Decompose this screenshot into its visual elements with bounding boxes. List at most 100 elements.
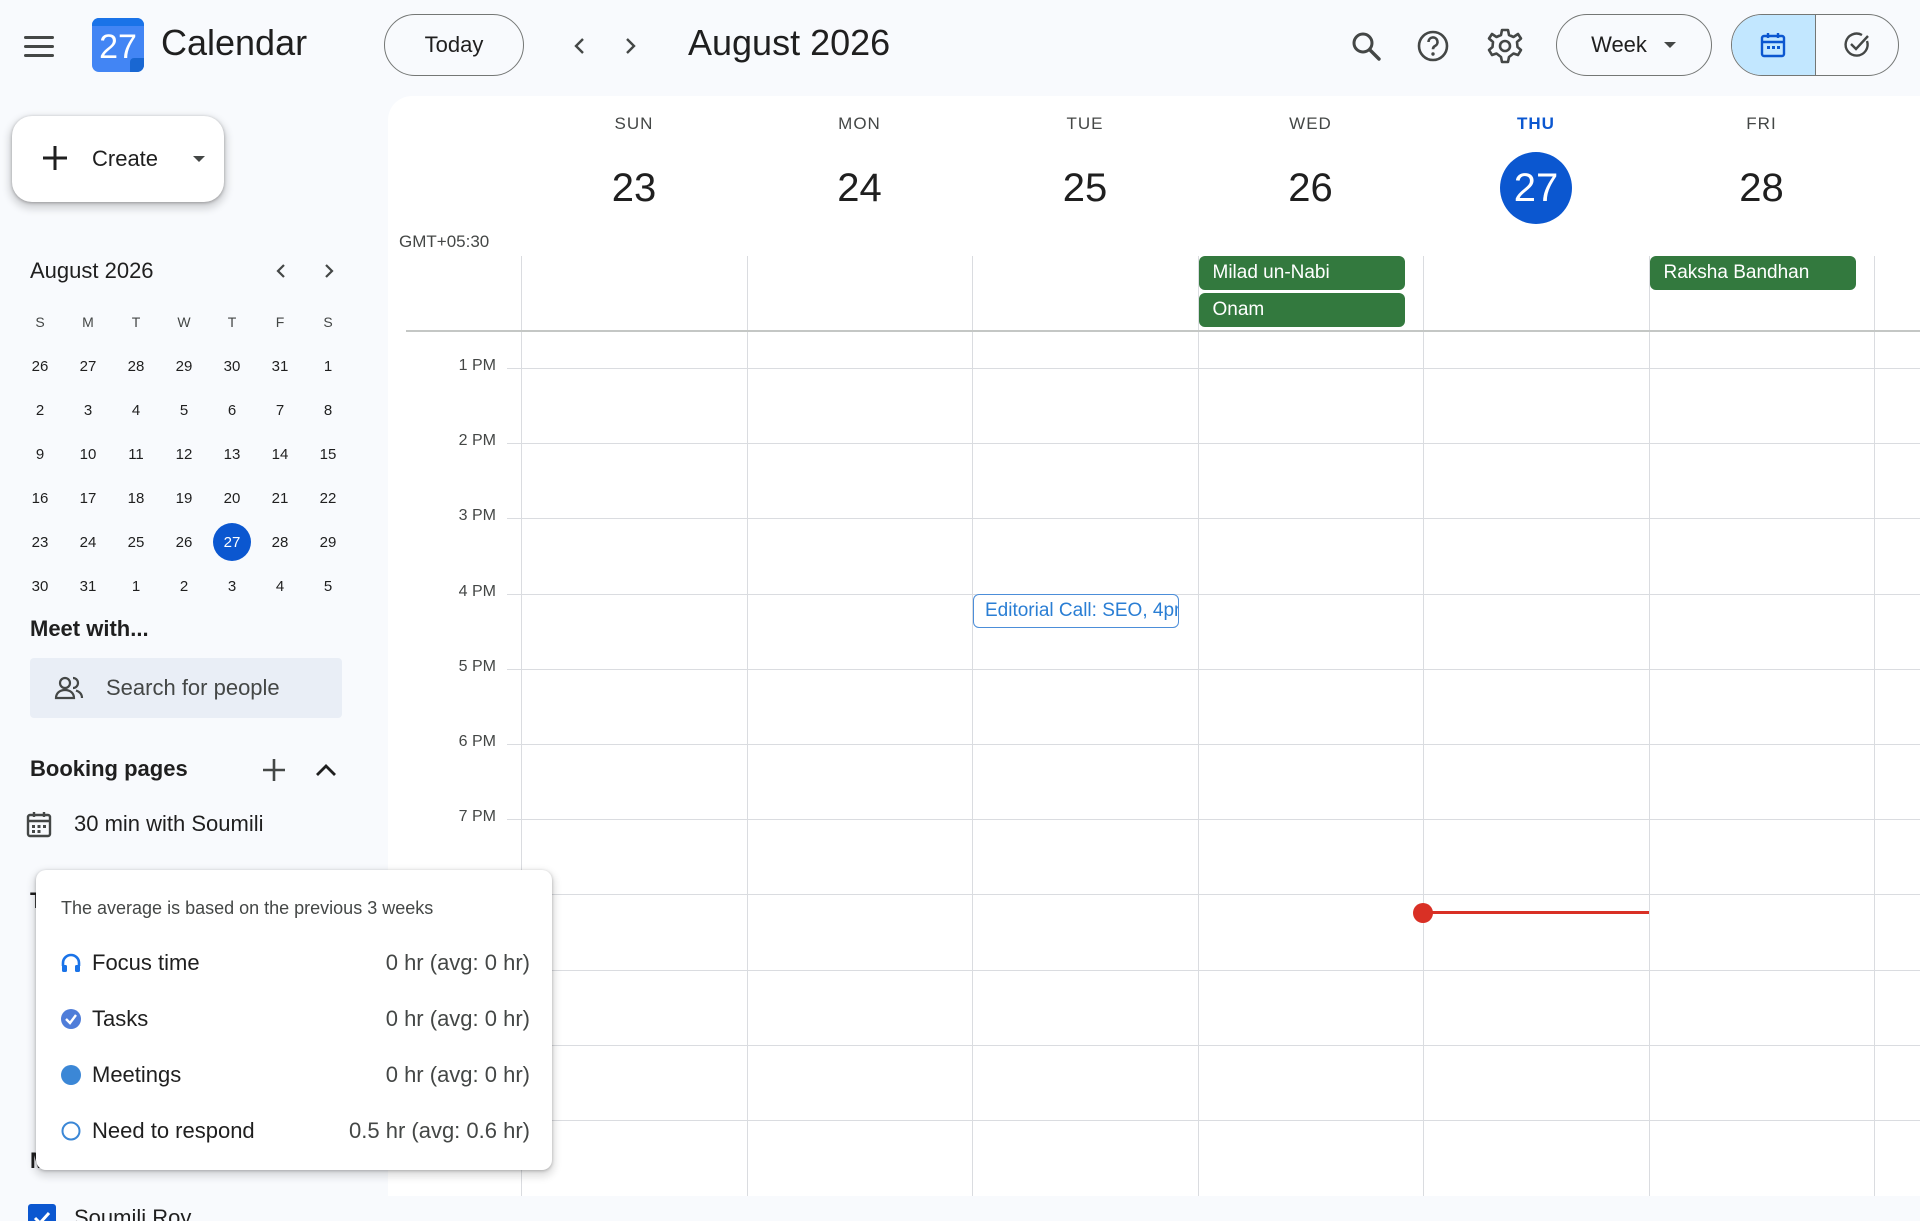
mini-calendar-day-number: 2 xyxy=(35,401,45,419)
mini-calendar-day[interactable]: 29 xyxy=(160,344,208,388)
mini-calendar-week-row: 23 24 25 26 27 28 29 xyxy=(16,520,352,564)
mini-calendar-day[interactable]: 30 xyxy=(208,344,256,388)
current-period-title: August 2026 xyxy=(688,22,891,63)
mini-calendar-day[interactable]: 29 xyxy=(304,520,352,564)
mini-calendar-day[interactable]: 12 xyxy=(160,432,208,476)
mini-calendar-day[interactable]: 23 xyxy=(16,520,64,564)
mini-calendar-day[interactable]: 4 xyxy=(256,564,304,608)
timezone-label: GMT+05:30 xyxy=(399,232,490,251)
mini-calendar-day[interactable]: 9 xyxy=(16,432,64,476)
caret-down-icon xyxy=(1663,42,1676,48)
mini-calendar-day-number: 11 xyxy=(128,445,144,463)
today-button[interactable]: Today xyxy=(384,14,524,76)
hour-label: 7 PM xyxy=(458,808,496,826)
mini-calendar-day-number: 13 xyxy=(223,445,241,463)
mini-calendar-next-icon[interactable] xyxy=(314,256,344,286)
time-insights-label: Focus time xyxy=(92,950,200,975)
hour-label: 6 PM xyxy=(458,733,496,750)
time-insights-row[interactable]: Need to respond 0.5 hr (avg: 0.6 hr) xyxy=(60,1116,530,1146)
tasks-view-toggle[interactable] xyxy=(1814,15,1899,75)
mini-calendar-day[interactable]: 20 xyxy=(208,476,256,520)
mini-calendar-day[interactable]: 1 xyxy=(304,344,352,388)
calendar-view-toggle[interactable] xyxy=(1732,15,1815,75)
mini-calendar-day[interactable]: 19 xyxy=(160,476,208,520)
mini-calendar-day[interactable]: 6 xyxy=(208,388,256,432)
mini-calendar-day[interactable]: 30 xyxy=(16,564,64,608)
mini-calendar-day[interactable]: 8 xyxy=(304,388,352,432)
hour-gridline xyxy=(507,819,1920,821)
mini-calendar-day-number: 26 xyxy=(31,357,49,375)
date-number[interactable]: 24 xyxy=(824,152,896,224)
date-number[interactable]: 28 xyxy=(1726,152,1798,224)
time-insights-row[interactable]: Tasks 0 hr (avg: 0 hr) xyxy=(60,1004,530,1034)
mini-calendar-day[interactable]: 3 xyxy=(64,388,112,432)
time-insights-label: Tasks xyxy=(92,1006,149,1031)
mini-calendar-day[interactable]: 22 xyxy=(304,476,352,520)
calendar-checkbox[interactable] xyxy=(28,1204,56,1221)
meet-with-title: Meet with... xyxy=(30,616,149,641)
view-selector-button[interactable]: Week xyxy=(1556,14,1712,76)
mini-calendar-day[interactable]: 26 xyxy=(16,344,64,388)
mini-calendar-prev-icon[interactable] xyxy=(266,256,296,286)
mini-calendar-day[interactable]: 5 xyxy=(160,388,208,432)
mini-calendar-day[interactable]: 5 xyxy=(304,564,352,608)
hour-label: 1 PM xyxy=(458,357,496,374)
today-date-number[interactable]: 27 xyxy=(1500,152,1572,224)
mini-calendar-day[interactable]: 13 xyxy=(208,432,256,476)
mini-calendar-day[interactable]: 25 xyxy=(112,520,160,564)
mini-calendar-day[interactable]: 26 xyxy=(160,520,208,564)
date-number[interactable]: 26 xyxy=(1275,152,1347,224)
mini-calendar-day-number: 30 xyxy=(223,357,241,375)
create-button[interactable]: Create xyxy=(12,116,224,202)
mini-calendar-day[interactable]: 27 xyxy=(208,520,256,564)
all-day-event[interactable]: Milad un-Nabi xyxy=(1198,256,1405,290)
mini-calendar-day[interactable]: 27 xyxy=(64,344,112,388)
weekday-head: T xyxy=(131,314,141,330)
mini-calendar-day[interactable]: 1 xyxy=(112,564,160,608)
collapse-chevron-up-icon[interactable] xyxy=(308,752,344,788)
mini-calendar-day[interactable]: 2 xyxy=(160,564,208,608)
booking-page-item[interactable]: 30 min with Soumili xyxy=(26,810,264,838)
date-number[interactable]: 25 xyxy=(1049,152,1121,224)
mini-calendar-day[interactable]: 24 xyxy=(64,520,112,564)
mini-calendar-day[interactable]: 11 xyxy=(112,432,160,476)
time-insights-value: 0 hr (avg: 0 hr) xyxy=(385,1006,530,1031)
help-icon[interactable] xyxy=(1411,24,1455,68)
mini-calendar-day[interactable]: 4 xyxy=(112,388,160,432)
mini-calendar-day-number: 16 xyxy=(31,489,49,507)
mini-calendar-day[interactable]: 28 xyxy=(256,520,304,564)
weekday-head: T xyxy=(227,314,237,330)
add-booking-page-icon[interactable] xyxy=(256,752,292,788)
mini-calendar-day-number: 23 xyxy=(31,533,49,551)
my-calendar-item[interactable]: Soumili Roy xyxy=(28,1204,191,1221)
main-menu-icon[interactable] xyxy=(24,28,60,64)
calendar-event[interactable]: Editorial Call: SEO, 4pm xyxy=(973,593,1179,628)
time-insights-row[interactable]: Meetings 0 hr (avg: 0 hr) xyxy=(60,1060,530,1090)
all-day-event[interactable]: Raksha Bandhan xyxy=(1649,256,1856,290)
calendar-logo-icon[interactable]: 27 xyxy=(92,18,144,72)
mini-calendar-day[interactable]: 18 xyxy=(112,476,160,520)
mini-calendar-day[interactable]: 2 xyxy=(16,388,64,432)
mini-calendar-day[interactable]: 16 xyxy=(16,476,64,520)
mini-calendar-day[interactable]: 15 xyxy=(304,432,352,476)
settings-gear-icon[interactable] xyxy=(1483,24,1527,68)
mini-calendar-day[interactable]: 28 xyxy=(112,344,160,388)
time-insights-note: The average is based on the previous 3 w… xyxy=(61,898,434,918)
search-people-input[interactable]: Search for people xyxy=(30,658,342,718)
time-insights-label: Need to respond xyxy=(92,1118,255,1143)
mini-calendar-day[interactable]: 31 xyxy=(64,564,112,608)
mini-calendar-day[interactable]: 17 xyxy=(64,476,112,520)
all-day-event[interactable]: Onam xyxy=(1198,293,1405,327)
mini-calendar-day[interactable]: 31 xyxy=(256,344,304,388)
date-number[interactable]: 23 xyxy=(598,152,670,224)
mini-calendar-day[interactable]: 10 xyxy=(64,432,112,476)
search-icon[interactable] xyxy=(1344,24,1388,68)
time-insights-row[interactable]: Focus time 0 hr (avg: 0 hr) xyxy=(60,948,530,978)
mini-calendar-day[interactable]: 14 xyxy=(256,432,304,476)
day-of-week-label: THU xyxy=(1517,114,1555,133)
next-week-icon[interactable] xyxy=(612,28,648,64)
mini-calendar-day[interactable]: 7 xyxy=(256,388,304,432)
mini-calendar-day[interactable]: 3 xyxy=(208,564,256,608)
mini-calendar-day[interactable]: 21 xyxy=(256,476,304,520)
previous-week-icon[interactable] xyxy=(562,28,598,64)
